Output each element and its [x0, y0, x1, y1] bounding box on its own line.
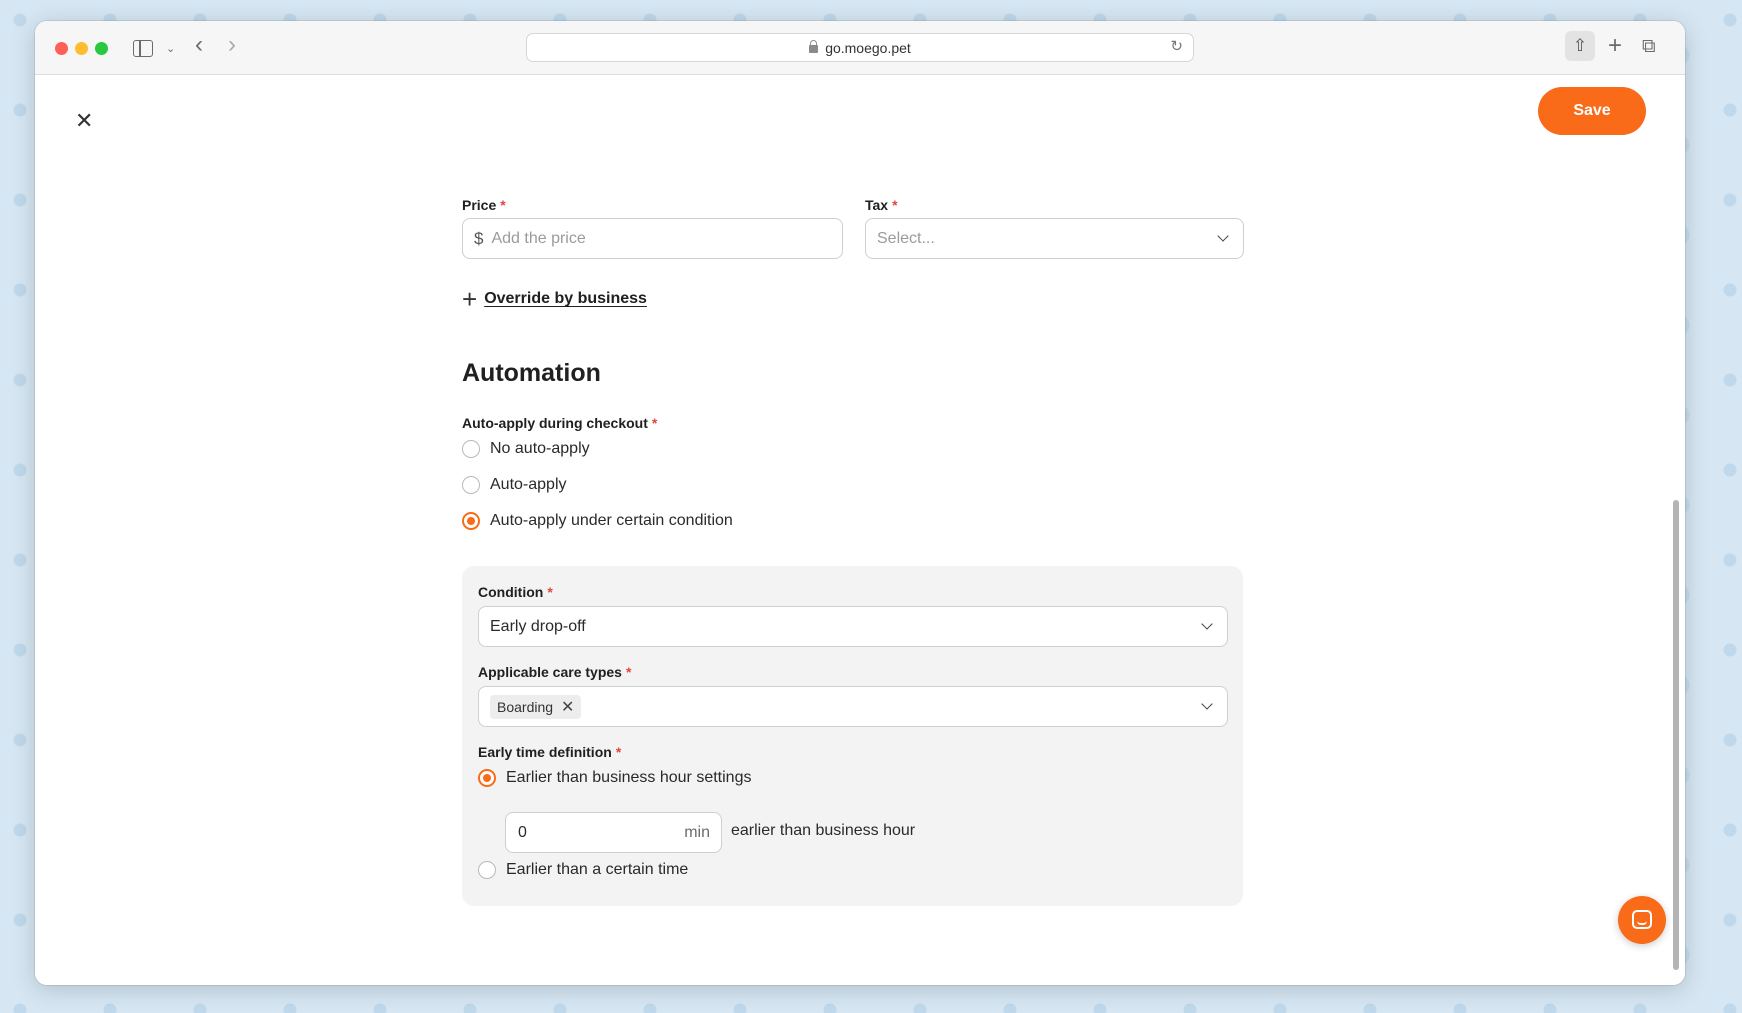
tax-select[interactable]: Select... [865, 218, 1244, 259]
remove-chip-icon[interactable]: ✕ [561, 697, 574, 717]
price-input[interactable]: $ Add the price [462, 218, 843, 259]
zoom-window-button[interactable] [95, 42, 108, 55]
radio-earlier-than-business-hours[interactable]: Earlier than business hour settings [478, 769, 751, 787]
condition-label: Condition * [478, 584, 553, 600]
chevron-down-icon [1217, 230, 1229, 242]
minutes-value: 0 [518, 824, 527, 841]
address-bar[interactable]: go.moego.pet ↻ [526, 33, 1194, 62]
minutes-input[interactable]: 0 min [505, 812, 722, 853]
condition-value: Early drop-off [490, 617, 586, 635]
minutes-suffix-text: earlier than business hour [731, 822, 916, 839]
early-time-label: Early time definition * [478, 744, 622, 760]
care-type-chip: Boarding ✕ [490, 694, 582, 719]
share-icon[interactable]: ⇧ [1565, 31, 1595, 61]
care-types-label: Applicable care types * [478, 664, 632, 680]
radio-button[interactable] [462, 440, 480, 458]
chevron-down-icon [1201, 618, 1213, 630]
sidebar-toggle-icon[interactable] [133, 40, 153, 57]
tab-overview-icon[interactable]: ⧉ [1642, 34, 1656, 60]
radio-auto-apply-conditional[interactable]: Auto-apply under certain condition [462, 512, 733, 530]
chat-icon[interactable] [1618, 896, 1666, 944]
lock-icon [809, 39, 819, 53]
page-content: ✕ Save Price * $ Add the price Tax * Selec… [35, 76, 1685, 985]
close-window-button[interactable] [55, 42, 68, 55]
condition-select[interactable]: Early drop-off [478, 606, 1228, 647]
dollar-icon: $ [474, 228, 484, 248]
plus-icon: + [462, 284, 478, 314]
scrollbar-thumb[interactable] [1673, 500, 1679, 970]
auto-apply-label: Auto-apply during checkout * [462, 415, 658, 431]
automation-title: Automation [462, 359, 601, 387]
chevron-down-icon [1201, 698, 1213, 710]
radio-button-selected[interactable] [478, 769, 496, 787]
minutes-unit: min [684, 824, 710, 841]
browser-window: ⌄ ‹ › go.moego.pet ↻ ⇧ + ⧉ ✕ Save Price *… [35, 21, 1685, 985]
override-by-business-link[interactable]: + Override by business [462, 284, 647, 314]
chevron-down-icon[interactable]: ⌄ [166, 36, 175, 62]
price-label: Price * [462, 197, 506, 213]
minimize-window-button[interactable] [75, 42, 88, 55]
new-tab-plus-icon[interactable]: + [1608, 33, 1622, 59]
forward-arrow-icon[interactable]: › [228, 32, 236, 58]
tax-label: Tax * [865, 197, 898, 213]
reload-icon[interactable]: ↻ [1170, 37, 1183, 55]
care-types-select[interactable]: Boarding ✕ [478, 686, 1228, 727]
radio-no-auto-apply[interactable]: No auto-apply [462, 440, 590, 458]
browser-titlebar: ⌄ ‹ › go.moego.pet ↻ ⇧ + ⧉ [35, 21, 1685, 75]
radio-button[interactable] [478, 861, 496, 879]
tax-placeholder: Select... [877, 229, 935, 247]
radio-earlier-than-certain-time[interactable]: Earlier than a certain time [478, 861, 688, 879]
radio-button-selected[interactable] [462, 512, 480, 530]
save-button[interactable]: Save [1538, 87, 1646, 135]
radio-button[interactable] [462, 476, 480, 494]
back-arrow-icon[interactable]: ‹ [195, 32, 203, 58]
price-placeholder: Add the price [491, 229, 586, 247]
radio-auto-apply[interactable]: Auto-apply [462, 476, 567, 494]
condition-panel: Condition * Early drop-off Applicable car… [462, 566, 1243, 906]
url-text: go.moego.pet [825, 39, 911, 56]
close-icon[interactable]: ✕ [75, 110, 93, 132]
